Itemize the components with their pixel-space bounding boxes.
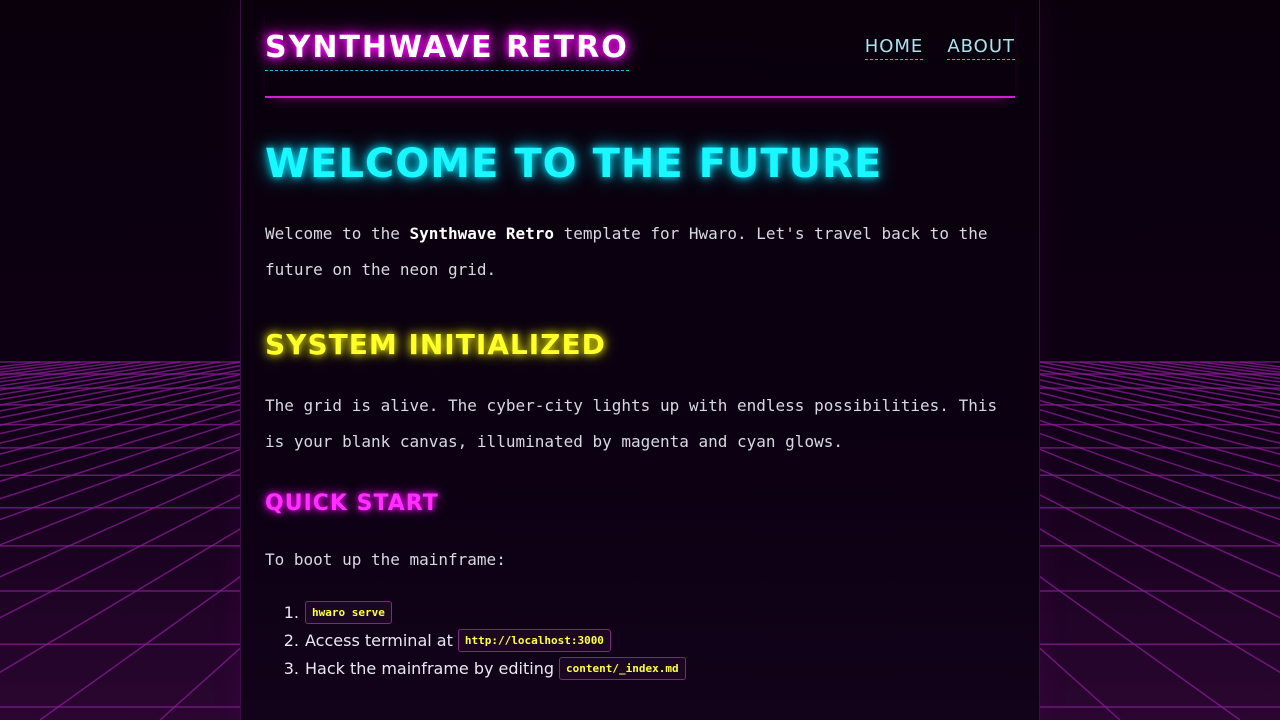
list-item: 2. Access terminal at http://localhost:3…	[284, 626, 1015, 654]
nav-link-home[interactable]: HOME	[864, 36, 924, 60]
page-heading: WELCOME TO THE FUTURE	[265, 141, 883, 187]
step-number: 2.	[283, 630, 299, 650]
nav-link-about[interactable]: ABOUT	[947, 36, 1015, 60]
step-number: 3.	[283, 658, 299, 678]
code-snippet: hwaro serve	[305, 600, 392, 624]
intro-text-bold: Synthwave Retro	[409, 224, 555, 243]
site-header: SYNTHWAVE RETRO HOME ABOUT	[265, 0, 1015, 98]
list-item: 3. Hack the mainframe by editing content…	[284, 654, 1015, 682]
section-heading: SYSTEM INITIALIZED	[265, 328, 606, 361]
step-text: Hack the mainframe by editing	[305, 658, 555, 678]
step-number: 1.	[283, 602, 299, 622]
quick-start-paragraph: To boot up the mainframe:	[265, 550, 506, 569]
step-text: Access terminal at	[305, 630, 453, 650]
main-nav: HOME ABOUT	[864, 36, 1015, 60]
code-snippet: content/_index.md	[559, 656, 686, 680]
site-title-link[interactable]: SYNTHWAVE RETRO	[265, 30, 629, 71]
quick-start-steps: 1. hwaro serve 2. Access terminal at htt…	[284, 598, 1015, 682]
quick-start-heading: QUICK START	[265, 491, 439, 516]
section-paragraph: The grid is alive. The cyber-city lights…	[265, 396, 998, 451]
list-item: 1. hwaro serve	[284, 598, 1015, 626]
intro-paragraph: Welcome to the Synthwave Retro template …	[265, 216, 1015, 288]
intro-text-before: Welcome to the	[265, 224, 410, 243]
code-snippet: http://localhost:3000	[457, 628, 611, 652]
main-content: WELCOME TO THE FUTURE Welcome to the Syn…	[265, 140, 1015, 682]
